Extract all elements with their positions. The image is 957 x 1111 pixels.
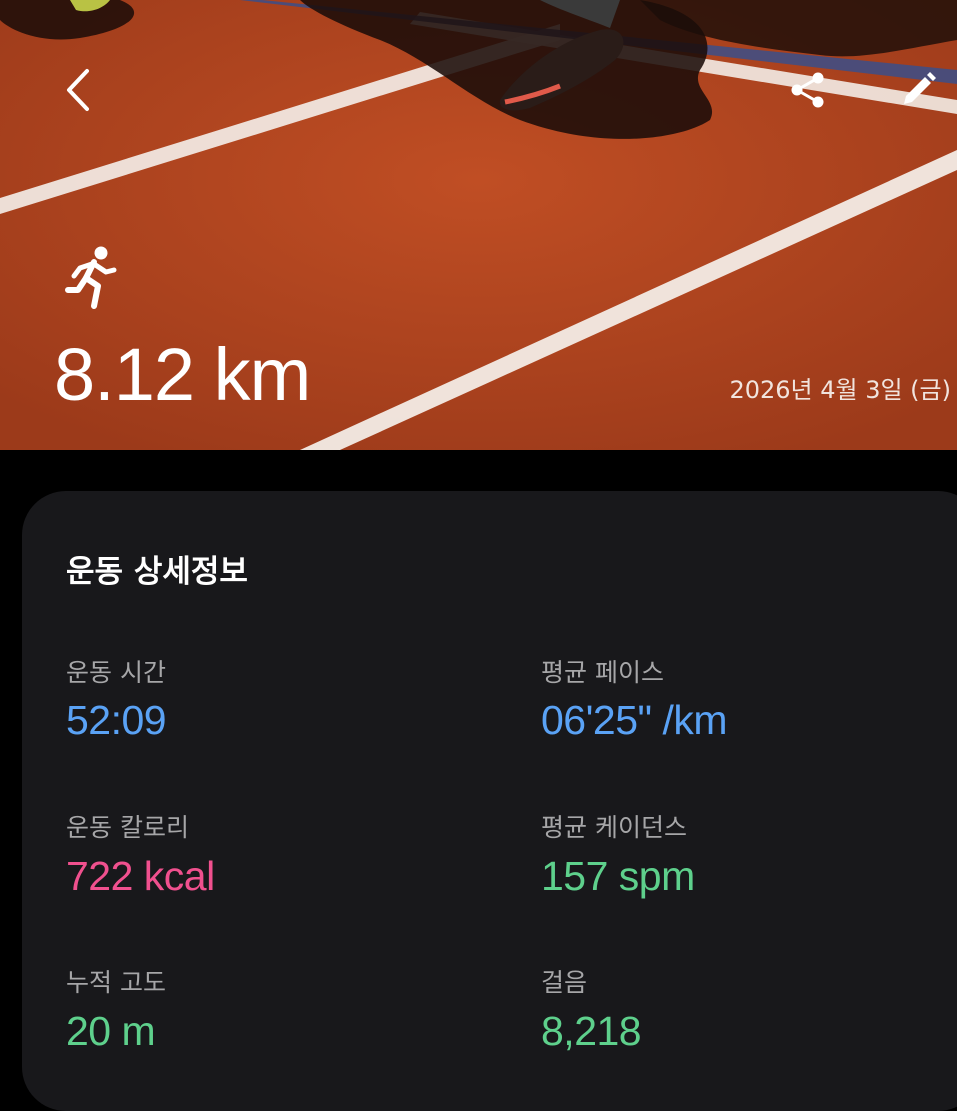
elevation-gain-label: 누적 고도 [66,968,166,997]
workout-time-value: 52:09 [66,697,167,743]
distance-value: 8.12 km [54,333,311,416]
share-icon[interactable] [780,62,836,118]
section-title: 운동 상세정보 [66,554,248,590]
average-cadence-label: 평균 케이던스 [541,813,687,842]
workout-date: 2026년 4월 3일 (금) [729,376,951,404]
workout-time-label: 운동 시간 [66,658,166,687]
elevation-gain-value: 20 m [66,1008,156,1054]
average-cadence-value: 157 spm [541,853,695,899]
running-person-icon [64,244,122,312]
calories-value: 722 kcal [66,853,215,899]
steps-label: 걸음 [541,968,588,997]
hero-banner: 8.12 km 2026년 4월 3일 (금) [0,0,957,450]
steps-value: 8,218 [541,1008,642,1054]
calories-label: 운동 칼로리 [66,813,189,842]
pencil-icon[interactable] [890,62,946,118]
average-pace-label: 평균 페이스 [541,658,664,687]
chevron-left-icon[interactable] [48,60,108,120]
average-pace-value: 06'25" /km [541,697,728,743]
